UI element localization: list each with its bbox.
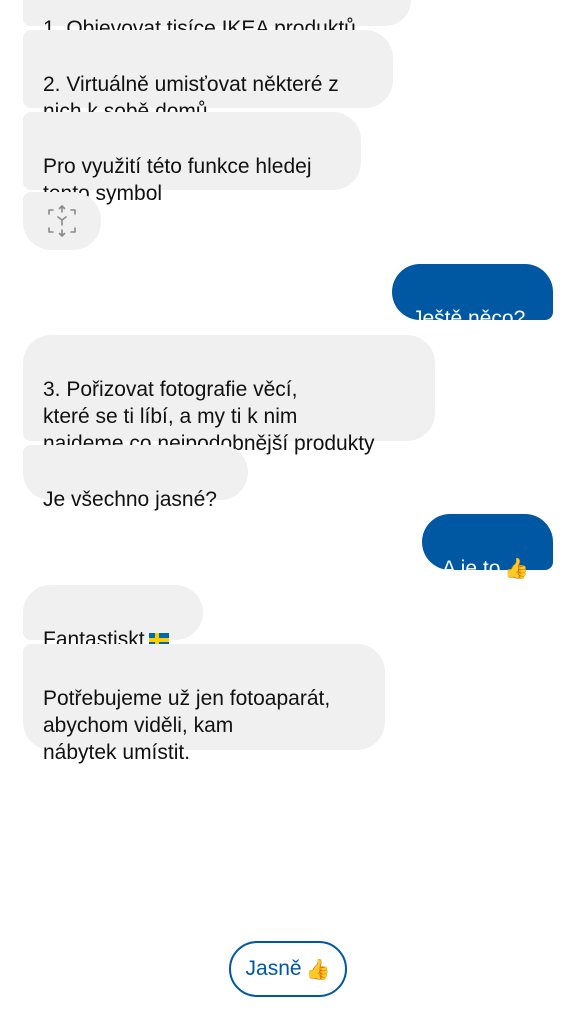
quick-reply-button[interactable]: Jasně 👍 [229, 941, 347, 997]
message-text: Je všechno jasné? [43, 488, 217, 511]
ar-symbol-bubble [23, 192, 101, 250]
bot-message-fantastiskt: Fantastiskt [23, 585, 203, 651]
bot-message-discover: 1. Objevovat tisíce IKEA produktů [23, 0, 411, 40]
user-message-done: A je to 👍 [422, 514, 553, 580]
thumbs-up-icon: 👍 [504, 558, 530, 580]
bot-message-need-camera: Potřebujeme už jen fotoaparát, abychom v… [23, 644, 385, 764]
message-text: Ještě něco? [412, 307, 526, 330]
quick-reply-label: Jasně [245, 957, 302, 980]
bot-message-take-photos: 3. Pořizovat fotografie věcí, které se t… [23, 335, 435, 455]
bot-message-place-virtually: 2. Virtuálně umisťovat některé z nich k … [23, 30, 393, 123]
bot-message-look-for-symbol: Pro využití této funkce hledej tento sym… [23, 112, 361, 205]
message-text: A je to [442, 557, 501, 580]
bot-message-all-clear: Je všechno jasné? [23, 445, 248, 511]
thumbs-up-icon: 👍 [305, 958, 331, 981]
message-text: Potřebujeme už jen fotoaparát, abychom v… [43, 687, 331, 764]
user-message-anything-else: Ještě něco? [392, 264, 553, 330]
message-text: 3. Pořizovat fotografie věcí, které se t… [43, 378, 375, 455]
ar-3d-view-icon [48, 205, 76, 237]
